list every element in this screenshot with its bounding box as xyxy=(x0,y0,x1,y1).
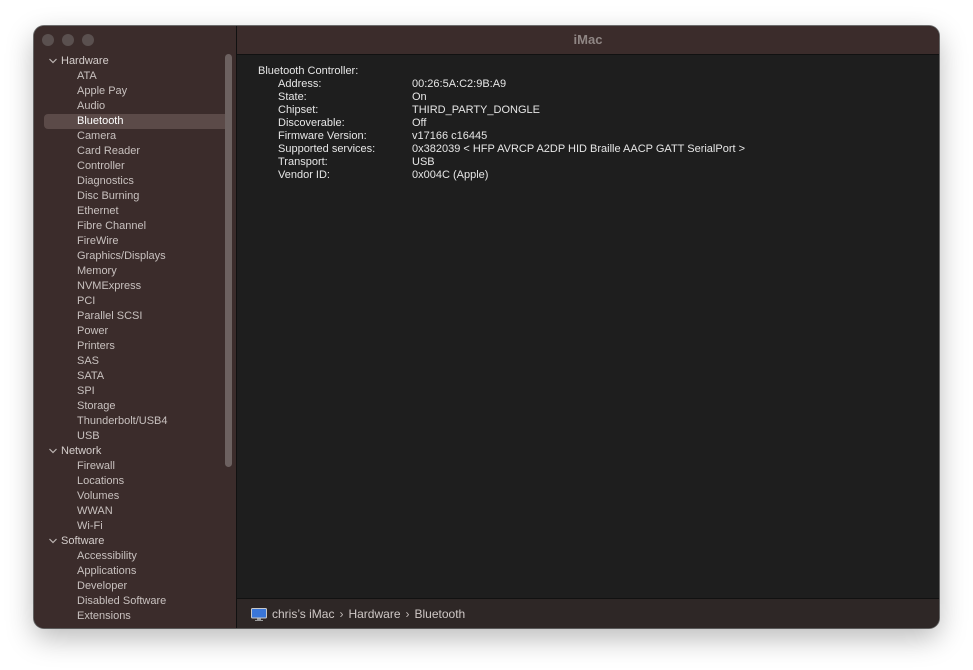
sidebar-item-spi[interactable]: SPI xyxy=(34,384,224,399)
sidebar-item-firewire[interactable]: FireWire xyxy=(34,234,224,249)
sidebar-scrollbar[interactable] xyxy=(225,54,232,467)
property-key: Discoverable: xyxy=(278,117,345,129)
property-row: Supported services: 0x382039 < HFP AVRCP… xyxy=(258,143,928,156)
sidebar-item-disc-burning[interactable]: Disc Burning xyxy=(34,189,224,204)
window-controls xyxy=(42,34,94,46)
breadcrumb-item-computer[interactable]: chris’s iMac xyxy=(272,607,334,621)
sidebar-item-camera[interactable]: Camera xyxy=(34,129,224,144)
sidebar-item-audio[interactable]: Audio xyxy=(34,99,224,114)
window-title: iMac xyxy=(237,26,939,55)
sidebar-item-firewall[interactable]: Firewall xyxy=(34,459,224,474)
sidebar-group-network[interactable]: Network xyxy=(34,444,224,459)
sidebar-item-sas[interactable]: SAS xyxy=(34,354,224,369)
chevron-down-icon[interactable] xyxy=(48,446,58,456)
property-value: Off xyxy=(412,117,427,129)
property-row: Chipset: THIRD_PARTY_DONGLE xyxy=(258,104,928,117)
zoom-window-button[interactable] xyxy=(82,34,94,46)
sidebar-item-memory[interactable]: Memory xyxy=(34,264,224,279)
sidebar-item-fibre-channel[interactable]: Fibre Channel xyxy=(34,219,224,234)
property-row: Discoverable: Off xyxy=(258,117,928,130)
sidebar-group-label: Hardware xyxy=(61,55,109,67)
detail-content: Bluetooth Controller: Address: 00:26:5A:… xyxy=(258,65,928,182)
sidebar-item-ata[interactable]: ATA xyxy=(34,69,224,84)
property-key: State: xyxy=(278,91,307,103)
sidebar-item-pci[interactable]: PCI xyxy=(34,294,224,309)
imac-icon xyxy=(251,607,267,621)
property-key: Vendor ID: xyxy=(278,169,330,181)
property-row: Firmware Version: v17166 c16445 xyxy=(258,130,928,143)
sidebar-group-software[interactable]: Software xyxy=(34,534,224,549)
sidebar: Hardware ATA Apple Pay Audio Bluetooth C… xyxy=(34,26,237,628)
property-key: Transport: xyxy=(278,156,328,168)
sidebar-item-ethernet[interactable]: Ethernet xyxy=(34,204,224,219)
sidebar-item-volumes[interactable]: Volumes xyxy=(34,489,224,504)
property-value: THIRD_PARTY_DONGLE xyxy=(412,104,540,116)
sidebar-item-nvmexpress[interactable]: NVMExpress xyxy=(34,279,224,294)
category-tree: Hardware ATA Apple Pay Audio Bluetooth C… xyxy=(34,54,232,624)
sidebar-item-controller[interactable]: Controller xyxy=(34,159,224,174)
sidebar-item-wi-fi[interactable]: Wi-Fi xyxy=(34,519,224,534)
sidebar-item-disabled-software[interactable]: Disabled Software xyxy=(34,594,224,609)
sidebar-item-apple-pay[interactable]: Apple Pay xyxy=(34,84,224,99)
sidebar-group-hardware[interactable]: Hardware xyxy=(34,54,224,69)
sidebar-item-printers[interactable]: Printers xyxy=(34,339,224,354)
sidebar-group-label: Network xyxy=(61,445,102,457)
property-row: Vendor ID: 0x004C (Apple) xyxy=(258,169,928,182)
close-window-button[interactable] xyxy=(42,34,54,46)
sidebar-item-card-reader[interactable]: Card Reader xyxy=(34,144,224,159)
sidebar-item-developer[interactable]: Developer xyxy=(34,579,224,594)
sidebar-item-sata[interactable]: SATA xyxy=(34,369,224,384)
sidebar-item-storage[interactable]: Storage xyxy=(34,399,224,414)
chevron-down-icon[interactable] xyxy=(48,536,58,546)
sidebar-item-applications[interactable]: Applications xyxy=(34,564,224,579)
chevron-down-icon[interactable] xyxy=(48,56,58,66)
sidebar-item-usb[interactable]: USB xyxy=(34,429,224,444)
property-key: Supported services: xyxy=(278,143,376,155)
sidebar-item-bluetooth[interactable]: Bluetooth xyxy=(44,114,232,129)
property-value: USB xyxy=(412,156,435,168)
section-heading: Bluetooth Controller: xyxy=(258,65,359,77)
property-row: Address: 00:26:5A:C2:9B:A9 xyxy=(258,78,928,91)
property-value: 0x004C (Apple) xyxy=(412,169,489,181)
chevron-right-icon: › xyxy=(339,606,344,621)
sidebar-item-extensions[interactable]: Extensions xyxy=(34,609,224,624)
sidebar-item-thunderbolt-usb4[interactable]: Thunderbolt/USB4 xyxy=(34,414,224,429)
breadcrumb-item-hardware[interactable]: Hardware xyxy=(348,607,400,621)
system-information-window: Hardware ATA Apple Pay Audio Bluetooth C… xyxy=(34,26,939,628)
chevron-right-icon: › xyxy=(405,606,410,621)
property-row: State: On xyxy=(258,91,928,104)
sidebar-item-accessibility[interactable]: Accessibility xyxy=(34,549,224,564)
property-key: Chipset: xyxy=(278,104,319,116)
property-value: On xyxy=(412,91,427,103)
property-value: 00:26:5A:C2:9B:A9 xyxy=(412,78,507,90)
sidebar-item-graphics-displays[interactable]: Graphics/Displays xyxy=(34,249,224,264)
sidebar-item-diagnostics[interactable]: Diagnostics xyxy=(34,174,224,189)
breadcrumb: chris’s iMac › Hardware › Bluetooth xyxy=(237,598,939,628)
detail-pane: iMac Bluetooth Controller: Address: 00:2… xyxy=(237,26,939,628)
property-value: v17166 c16445 xyxy=(412,130,488,142)
sidebar-item-parallel-scsi[interactable]: Parallel SCSI xyxy=(34,309,224,324)
sidebar-item-wwan[interactable]: WWAN xyxy=(34,504,224,519)
sidebar-group-label: Software xyxy=(61,535,105,547)
property-key: Firmware Version: xyxy=(278,130,367,142)
property-key: Address: xyxy=(278,78,322,90)
sidebar-item-locations[interactable]: Locations xyxy=(34,474,224,489)
sidebar-item-power[interactable]: Power xyxy=(34,324,224,339)
property-value: 0x382039 < HFP AVRCP A2DP HID Braille AA… xyxy=(412,143,746,155)
minimize-window-button[interactable] xyxy=(62,34,74,46)
breadcrumb-item-bluetooth[interactable]: Bluetooth xyxy=(415,607,466,621)
property-row: Transport: USB xyxy=(258,156,928,169)
